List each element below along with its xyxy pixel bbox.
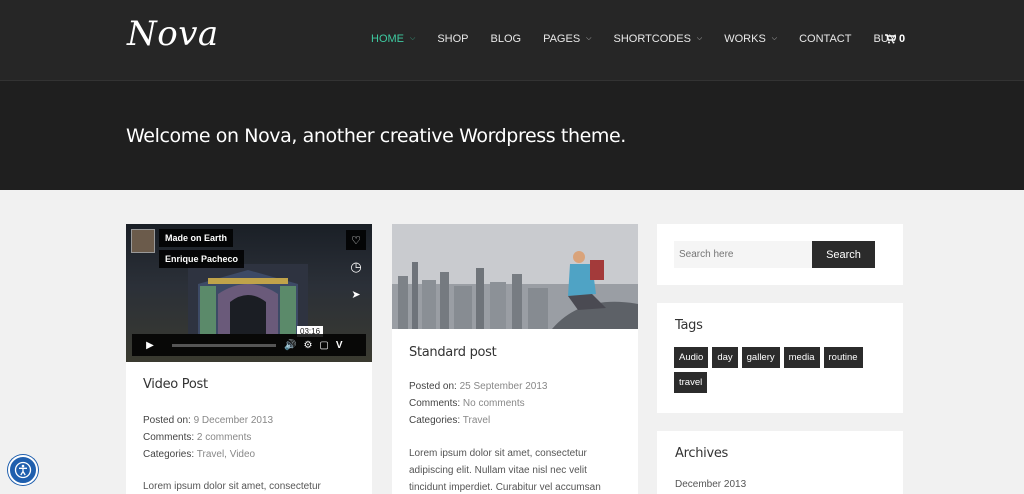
meta-label: Categories: bbox=[409, 415, 461, 426]
comments-row: Comments: 2 comments bbox=[143, 429, 273, 446]
meta-label: Categories: bbox=[143, 449, 195, 460]
categories-link[interactable]: Travel, Video bbox=[197, 449, 255, 460]
accessibility-icon bbox=[14, 461, 32, 479]
post-card-video: Made on Earth Enrique Pacheco ♡ ◷ ➤ 03:1… bbox=[126, 224, 372, 494]
tag-link[interactable]: Audio bbox=[674, 347, 709, 368]
post-title[interactable]: Video Post bbox=[143, 377, 208, 392]
meta-label: Comments: bbox=[143, 432, 195, 443]
search-button[interactable]: Search bbox=[812, 241, 875, 268]
post-excerpt: Lorem ipsum dolor sit amet, consectetur … bbox=[409, 448, 601, 493]
nav-item-pages[interactable]: PAGES ⌵ bbox=[543, 33, 591, 45]
nav-label: CONTACT bbox=[799, 33, 852, 45]
widget-title: Archives bbox=[675, 446, 729, 461]
tag-link[interactable]: travel bbox=[674, 372, 708, 393]
volume-icon[interactable]: 🔊 bbox=[284, 340, 296, 351]
nav-item-works[interactable]: WORKS ⌵ bbox=[724, 33, 777, 45]
nav-label: HOME bbox=[371, 33, 404, 45]
tag-link[interactable]: day bbox=[712, 347, 738, 368]
post-meta: Posted on: 9 December 2013 Comments: 2 c… bbox=[143, 412, 273, 463]
meta-label: Posted on: bbox=[143, 415, 191, 426]
city-photo bbox=[392, 224, 638, 329]
categories-link[interactable]: Travel bbox=[463, 415, 490, 426]
video-channel[interactable]: Made on Earth bbox=[159, 229, 234, 247]
chevron-down-icon: ⌵ bbox=[586, 35, 592, 42]
settings-icon[interactable]: ⚙ bbox=[303, 340, 312, 351]
vimeo-icon[interactable]: V bbox=[336, 340, 343, 351]
video-control-icons: 🔊 ⚙ ▢ V bbox=[284, 340, 343, 351]
site-header: Nova HOME ⌵ SHOP BLOG PAGES ⌵ SHORTCODES ⌵ … bbox=[0, 0, 1024, 80]
page-title: Welcome on Nova, another creative Wordpr… bbox=[126, 125, 626, 147]
video-progress-bar[interactable] bbox=[172, 343, 276, 347]
cart-count: 0 bbox=[899, 33, 906, 45]
tag-link[interactable]: media bbox=[783, 347, 820, 368]
accessibility-button[interactable] bbox=[8, 455, 38, 485]
post-image[interactable] bbox=[392, 224, 638, 329]
nav-label: BLOG bbox=[490, 33, 522, 45]
posted-row: Posted on: 25 September 2013 bbox=[409, 378, 547, 395]
post-title[interactable]: Standard post bbox=[409, 345, 497, 360]
play-icon[interactable]: ▶ bbox=[132, 334, 168, 356]
comments-link[interactable]: 2 comments bbox=[197, 432, 251, 443]
search-input[interactable] bbox=[674, 241, 812, 268]
nav-item-contact[interactable]: CONTACT bbox=[799, 33, 851, 45]
nav-item-blog[interactable]: BLOG bbox=[491, 33, 522, 45]
comments-link[interactable]: No comments bbox=[463, 398, 525, 409]
archive-link[interactable]: December 2013 bbox=[675, 479, 746, 490]
main-nav: HOME ⌵ SHOP BLOG PAGES ⌵ SHORTCODES ⌵ WORKS… bbox=[371, 33, 918, 45]
video-controls: ▶ 🔊 ⚙ ▢ V bbox=[132, 334, 366, 356]
chevron-down-icon: ⌵ bbox=[410, 35, 416, 42]
archives-widget: Archives December 2013 bbox=[657, 431, 903, 494]
tags-widget: Tags Audio day gallery media routine tra… bbox=[657, 303, 903, 413]
post-excerpt: Lorem ipsum dolor sit amet, consectetur bbox=[143, 481, 321, 492]
video-thumbnail bbox=[188, 264, 308, 334]
cart-button[interactable]: 0 bbox=[885, 33, 905, 45]
meta-label: Posted on: bbox=[409, 381, 457, 392]
post-card-standard: Standard post Posted on: 25 September 20… bbox=[392, 224, 638, 494]
cart-icon bbox=[885, 34, 896, 44]
categories-row: Categories: Travel bbox=[409, 412, 547, 429]
nav-label: PAGES bbox=[543, 33, 581, 45]
post-date: 25 September 2013 bbox=[459, 381, 548, 392]
hero-banner: Welcome on Nova, another creative Wordpr… bbox=[0, 80, 1024, 190]
tag-link[interactable]: routine bbox=[823, 347, 863, 368]
chevron-down-icon: ⌵ bbox=[771, 35, 778, 42]
comments-row: Comments: No comments bbox=[409, 395, 547, 412]
post-meta: Posted on: 25 September 2013 Comments: N… bbox=[409, 378, 547, 429]
posted-row: Posted on: 9 December 2013 bbox=[143, 412, 273, 429]
channel-avatar[interactable] bbox=[131, 229, 155, 253]
video-author[interactable]: Enrique Pacheco bbox=[159, 250, 245, 268]
nav-item-shortcodes[interactable]: SHORTCODES ⌵ bbox=[613, 33, 702, 45]
video-player[interactable]: Made on Earth Enrique Pacheco ♡ ◷ ➤ 03:1… bbox=[126, 224, 372, 362]
tag-cloud: Audio day gallery media routine travel bbox=[674, 347, 894, 393]
site-logo[interactable]: Nova bbox=[127, 14, 219, 54]
nav-label: SHORTCODES bbox=[613, 33, 691, 45]
tag-link[interactable]: gallery bbox=[741, 347, 780, 368]
nav-item-shop[interactable]: SHOP bbox=[437, 33, 468, 45]
fullscreen-icon[interactable]: ▢ bbox=[319, 340, 328, 351]
share-icon[interactable]: ➤ bbox=[346, 284, 366, 304]
meta-label: Comments: bbox=[409, 398, 461, 409]
nav-item-home[interactable]: HOME ⌵ bbox=[371, 33, 415, 45]
widget-title: Tags bbox=[675, 318, 703, 333]
search-widget: Search bbox=[657, 224, 903, 285]
chevron-down-icon: ⌵ bbox=[696, 35, 703, 42]
nav-label: SHOP bbox=[437, 33, 469, 45]
clock-icon[interactable]: ◷ bbox=[346, 257, 366, 277]
post-date: 9 December 2013 bbox=[193, 415, 274, 426]
heart-icon[interactable]: ♡ bbox=[346, 230, 366, 250]
categories-row: Categories: Travel, Video bbox=[143, 446, 273, 463]
nav-label: WORKS bbox=[724, 33, 766, 45]
